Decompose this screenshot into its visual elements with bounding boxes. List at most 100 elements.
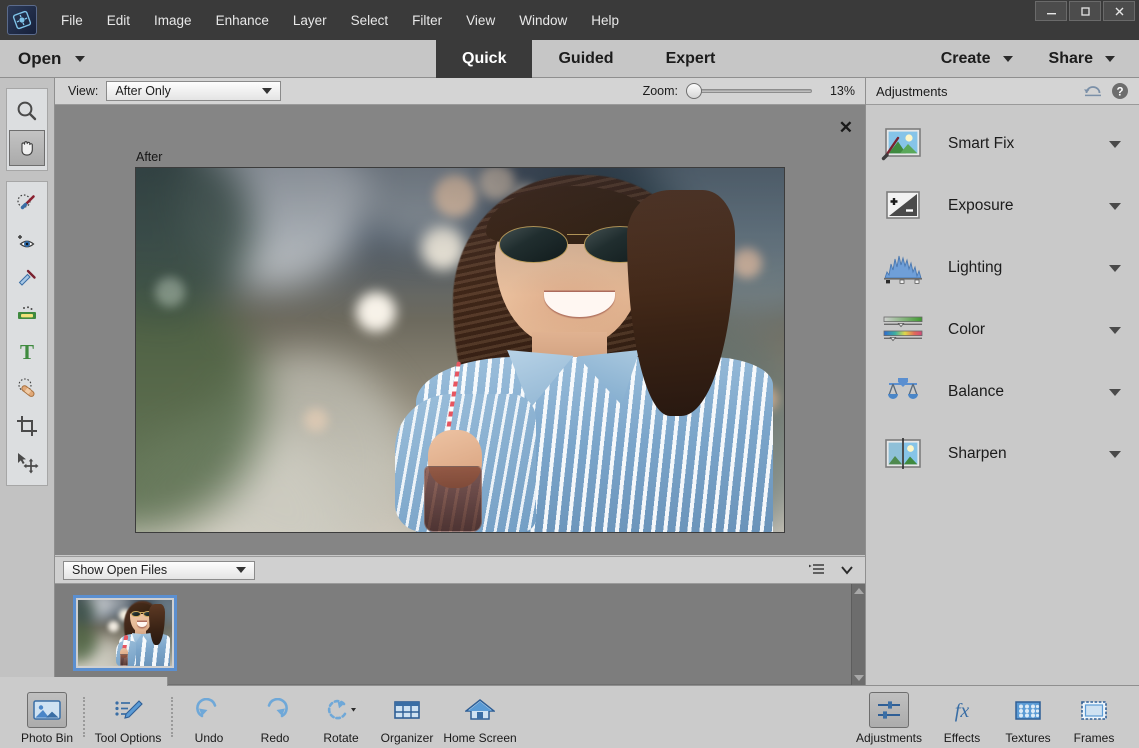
svg-text:?: ? xyxy=(1116,86,1123,98)
menu-image[interactable]: Image xyxy=(142,9,204,32)
photo-bin[interactable] xyxy=(55,584,865,685)
chevron-down-icon[interactable] xyxy=(1109,202,1121,210)
chevron-down-icon[interactable] xyxy=(1109,264,1121,272)
tool-group-edit: T xyxy=(6,181,48,486)
chevron-down-icon[interactable] xyxy=(839,563,855,577)
tool-group-navigation xyxy=(6,88,48,171)
chevron-down-icon[interactable] xyxy=(1109,450,1121,458)
photo-bin-filter-select[interactable]: Show Open Files xyxy=(63,560,255,580)
zoom-slider[interactable] xyxy=(686,83,812,99)
hand-icon xyxy=(21,141,33,156)
tool-hand[interactable] xyxy=(9,130,45,166)
mode-tabs: Quick Guided Expert xyxy=(436,40,741,78)
adjustments-panel: Adjustments ? Smart Fix Exposure Lightin… xyxy=(865,78,1139,685)
type-icon: T xyxy=(20,340,34,364)
zoom-control-group: Zoom: 13% xyxy=(642,83,855,99)
move-icon xyxy=(18,453,39,474)
menu-enhance[interactable]: Enhance xyxy=(204,9,281,32)
maximize-button[interactable] xyxy=(1069,1,1101,21)
taskbar-label: Effects xyxy=(943,730,981,745)
taskbar-separator xyxy=(171,697,173,737)
taskbar-adjustments[interactable]: Adjustments xyxy=(849,690,929,745)
tool-quick-selection[interactable] xyxy=(9,186,45,222)
taskbar-effects[interactable]: fx Effects xyxy=(929,690,995,745)
help-icon[interactable]: ? xyxy=(1111,82,1129,100)
taskbar-label: Undo xyxy=(194,730,224,745)
menu-window[interactable]: Window xyxy=(507,9,579,32)
photo-content xyxy=(136,168,784,532)
svg-text:T: T xyxy=(20,340,34,364)
chevron-down-icon xyxy=(1105,56,1115,62)
svg-text:fx: fx xyxy=(955,700,970,722)
adjustment-lighting[interactable]: Lighting xyxy=(866,237,1139,299)
taskbar-label: Photo Bin xyxy=(20,730,74,745)
zoom-slider-thumb[interactable] xyxy=(686,83,702,99)
taskbar-frames[interactable]: Frames xyxy=(1061,690,1127,745)
chevron-down-icon[interactable] xyxy=(1109,326,1121,334)
scroll-up-icon[interactable] xyxy=(854,588,864,594)
share-button[interactable]: Share xyxy=(1035,50,1129,68)
tool-whiten-teeth[interactable] xyxy=(9,297,45,333)
exposure-icon xyxy=(880,186,926,226)
tool-spot-healing-brush[interactable] xyxy=(9,260,45,296)
chevron-down-icon[interactable] xyxy=(1109,388,1121,396)
close-button[interactable] xyxy=(1103,1,1135,21)
reset-icon[interactable] xyxy=(1083,82,1103,100)
color-icon xyxy=(880,310,926,350)
photo-bin-scrollbar[interactable] xyxy=(851,584,865,685)
chevron-down-icon[interactable] xyxy=(1109,140,1121,148)
adjustment-balance[interactable]: Balance xyxy=(866,361,1139,423)
tab-guided[interactable]: Guided xyxy=(532,40,639,78)
bin-menu-icon[interactable] xyxy=(809,563,825,577)
taskbar-tool-options[interactable]: Tool Options xyxy=(88,690,168,745)
taskbar-organizer[interactable]: Organizer xyxy=(374,690,440,745)
adjustment-sharpen[interactable]: Sharpen xyxy=(866,423,1139,485)
adjustment-smart-fix[interactable]: Smart Fix xyxy=(866,113,1139,175)
menu-view[interactable]: View xyxy=(454,9,507,32)
menu-select[interactable]: Select xyxy=(339,9,401,32)
home-screen-icon xyxy=(465,698,495,720)
bandage-icon xyxy=(18,378,35,397)
adjustment-exposure[interactable]: Exposure xyxy=(866,175,1139,237)
taskbar-textures[interactable]: Textures xyxy=(995,690,1061,745)
zoom-label: Zoom: xyxy=(642,84,678,98)
taskbar-left-group: Photo Bin Tool Options Undo Redo Rotate … xyxy=(14,690,520,745)
menu-layer[interactable]: Layer xyxy=(281,9,339,32)
image-canvas-area[interactable]: ✕ After xyxy=(55,105,865,555)
tool-move[interactable] xyxy=(9,445,45,481)
adjustment-label: Smart Fix xyxy=(948,135,1015,152)
tool-zoom[interactable] xyxy=(9,93,45,129)
tool-crop[interactable] xyxy=(9,408,45,444)
menu-help[interactable]: Help xyxy=(579,9,631,32)
taskbar-undo[interactable]: Undo xyxy=(176,690,242,745)
after-label: After xyxy=(136,150,163,164)
open-button[interactable]: Open xyxy=(0,40,103,78)
close-image-button[interactable]: ✕ xyxy=(839,119,853,136)
menu-edit[interactable]: Edit xyxy=(95,9,142,32)
tool-straighten[interactable] xyxy=(9,371,45,407)
taskbar-rotate[interactable]: Rotate xyxy=(308,690,374,745)
whiten-teeth-icon xyxy=(18,306,36,319)
view-mode-select[interactable]: After Only xyxy=(106,81,282,101)
magnifier-icon xyxy=(17,101,37,121)
adjustments-panel-header: Adjustments ? xyxy=(866,78,1139,105)
taskbar-right-group: Adjustments fx Effects Textures Frames xyxy=(849,690,1127,745)
panel-title: Adjustments xyxy=(876,83,948,99)
tool-red-eye-removal[interactable] xyxy=(9,223,45,259)
edited-photo[interactable] xyxy=(135,167,785,533)
menu-file[interactable]: File xyxy=(49,9,95,32)
scroll-down-icon[interactable] xyxy=(854,675,864,681)
photo-bin-thumbnail[interactable] xyxy=(73,595,177,671)
menu-filter[interactable]: Filter xyxy=(400,9,454,32)
adjustment-color[interactable]: Color xyxy=(866,299,1139,361)
taskbar-home-screen[interactable]: Home Screen xyxy=(440,690,520,745)
tab-expert[interactable]: Expert xyxy=(640,40,742,78)
tab-quick[interactable]: Quick xyxy=(436,40,533,78)
tool-type[interactable]: T xyxy=(9,334,45,370)
taskbar-photo-bin[interactable]: Photo Bin xyxy=(14,690,80,745)
balance-icon xyxy=(880,372,926,412)
minimize-button[interactable] xyxy=(1035,1,1067,21)
open-label: Open xyxy=(18,48,62,68)
create-button[interactable]: Create xyxy=(927,50,1027,68)
taskbar-redo[interactable]: Redo xyxy=(242,690,308,745)
